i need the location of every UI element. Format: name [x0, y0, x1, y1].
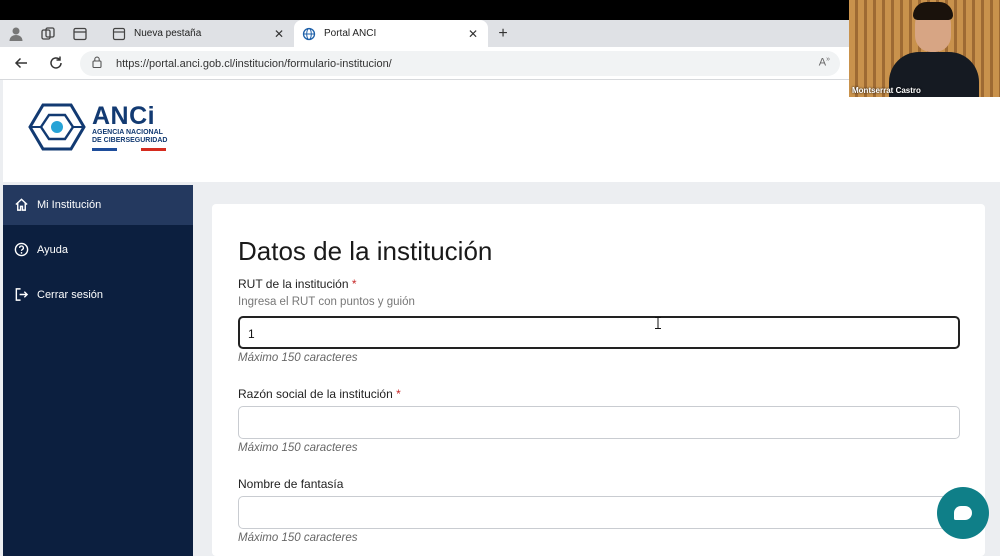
logo-flag-bar	[92, 148, 167, 151]
page-icon	[112, 27, 126, 41]
rut-label-text: RUT de la institución	[238, 277, 349, 291]
logo-text: ANCi AGENCIA NACIONAL DE CIBERSEGURIDAD	[92, 103, 167, 151]
required-marker: *	[396, 387, 401, 401]
nombre-fantasia-max-chars: Máximo 150 caracteres	[238, 532, 358, 544]
razon-social-input[interactable]	[238, 406, 960, 439]
text-cursor-icon	[655, 317, 661, 332]
razon-social-label: Razón social de la institución *	[238, 387, 401, 401]
tab-actions-icon[interactable]	[72, 26, 88, 42]
logo-subtitle-line1: AGENCIA NACIONAL	[92, 129, 163, 136]
tab-close-icon[interactable]: ✕	[466, 27, 480, 41]
sidebar-item-label: Mi Institución	[37, 199, 102, 211]
form-card: Datos de la institución RUT de la instit…	[212, 204, 985, 556]
sidebar: Mi Institución Ayuda Cerrar sesión	[3, 185, 193, 556]
anci-emblem-icon	[28, 103, 86, 151]
rut-input[interactable]: 1	[238, 316, 960, 349]
sidebar-item-label: Cerrar sesión	[37, 289, 104, 301]
chat-button[interactable]	[937, 487, 989, 539]
participant-hair	[913, 2, 953, 20]
address-bar[interactable]: https://portal.anci.gob.cl/institucion/f…	[80, 51, 840, 76]
logo-subtitle-line2: DE CIBERSEGURIDAD	[92, 137, 168, 144]
new-tab-button[interactable]: +	[494, 25, 512, 43]
nombre-fantasia-input[interactable]	[238, 496, 960, 529]
razon-social-max-chars: Máximo 150 caracteres	[238, 442, 358, 454]
page-title: Datos de la institución	[238, 236, 493, 266]
rut-max-chars: Máximo 150 caracteres	[238, 352, 358, 364]
rut-label: RUT de la institución *	[238, 277, 357, 291]
profile-icon[interactable]	[8, 26, 24, 42]
sidebar-item-cerrar-sesion[interactable]: Cerrar sesión	[3, 275, 193, 315]
lock-icon	[92, 56, 106, 71]
tab-close-icon[interactable]: ✕	[272, 27, 286, 41]
rut-hint: Ingresa el RUT con puntos y guión	[238, 296, 415, 308]
nombre-fantasia-label: Nombre de fantasía	[238, 477, 343, 491]
web-page: ANCi AGENCIA NACIONAL DE CIBERSEGURIDAD …	[0, 80, 1000, 556]
logo-title: ANCi	[92, 102, 156, 130]
help-circle-icon	[13, 242, 29, 258]
sidebar-item-label: Ayuda	[37, 244, 68, 256]
tab-label: Nueva pestaña	[134, 28, 202, 39]
sidebar-item-mi-institucion[interactable]: Mi Institución	[3, 185, 193, 225]
video-call-tile: Montserrat Castro	[849, 0, 1000, 97]
razon-social-label-text: Razón social de la institución	[238, 387, 393, 401]
nombre-fantasia-label-text: Nombre de fantasía	[238, 477, 344, 491]
anci-logo[interactable]: ANCi AGENCIA NACIONAL DE CIBERSEGURIDAD	[28, 102, 167, 152]
tab-label: Portal ANCI	[324, 28, 377, 39]
workspaces-icon[interactable]	[40, 26, 56, 42]
sidebar-item-ayuda[interactable]: Ayuda	[3, 230, 193, 270]
reload-button[interactable]	[47, 55, 65, 73]
participant-name: Montserrat Castro	[852, 86, 921, 95]
required-marker: *	[351, 277, 357, 291]
tab-portal-anci[interactable]: Portal ANCI ✕	[294, 20, 488, 47]
read-aloud-icon[interactable]: A»	[819, 56, 830, 69]
back-button[interactable]	[12, 55, 30, 73]
home-icon	[13, 197, 29, 213]
tab-nueva-pestana[interactable]: Nueva pestaña ✕	[104, 20, 294, 47]
globe-icon	[302, 27, 316, 41]
screen: Nueva pestaña ✕ Portal ANCI ✕ + https://…	[0, 0, 1000, 556]
logout-icon	[13, 287, 29, 303]
url-text: https://portal.anci.gob.cl/institucion/f…	[116, 57, 392, 70]
chat-bubble-icon	[954, 506, 972, 520]
